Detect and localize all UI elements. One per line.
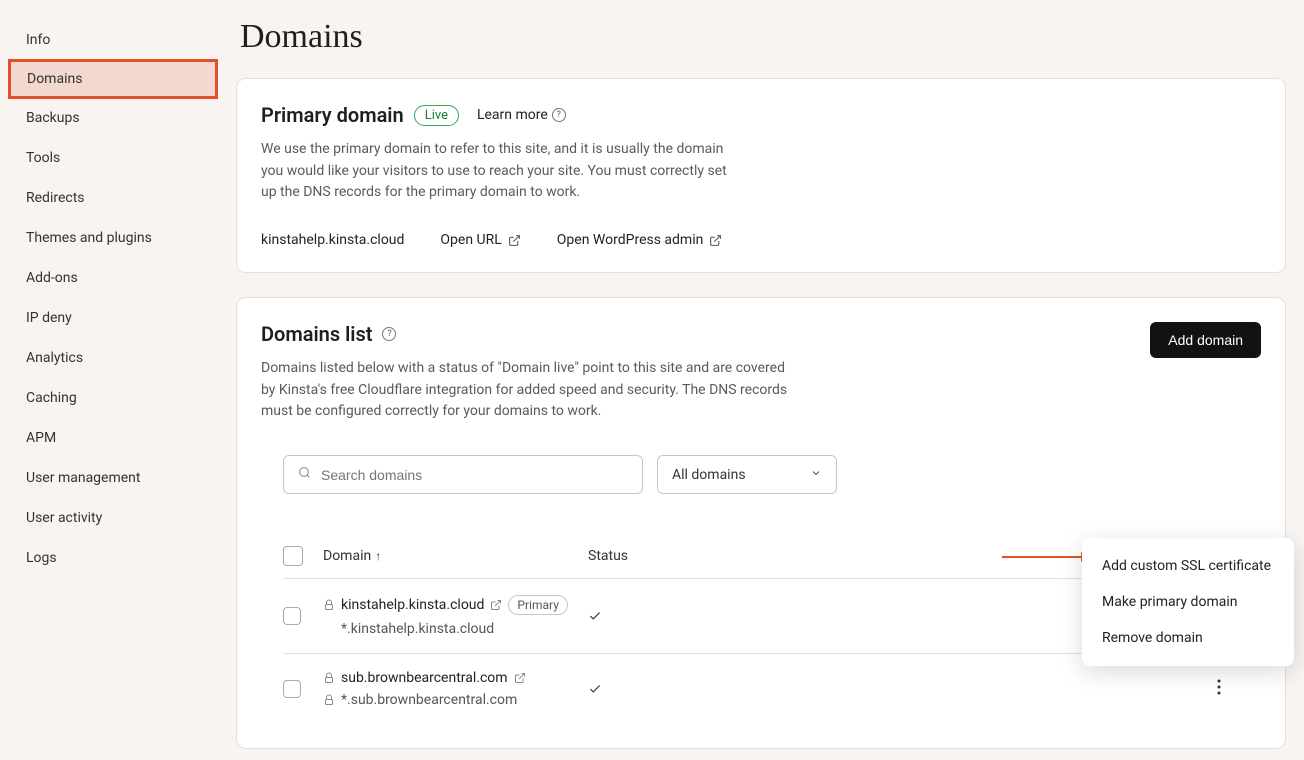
annotation-arrow — [1002, 556, 1082, 558]
sidebar-item-user-activity[interactable]: User activity — [0, 498, 226, 538]
sidebar-item-user-management[interactable]: User management — [0, 458, 226, 498]
primary-domain-name: kinstahelp.kinsta.cloud — [261, 232, 404, 248]
sidebar-item-themes-plugins[interactable]: Themes and plugins — [0, 218, 226, 258]
open-wp-label: Open WordPress admin — [557, 232, 704, 248]
column-header-domain[interactable]: Domain ↑ — [323, 548, 588, 564]
external-link-icon[interactable] — [514, 672, 526, 684]
menu-item-remove-domain[interactable]: Remove domain — [1082, 620, 1294, 656]
primary-domain-description: We use the primary domain to refer to th… — [261, 139, 731, 204]
domain-name: kinstahelp.kinsta.cloud — [341, 597, 484, 613]
row-checkbox[interactable] — [283, 680, 301, 698]
row-actions-button[interactable] — [1211, 673, 1227, 705]
search-icon — [298, 466, 311, 483]
row-checkbox[interactable] — [283, 607, 301, 625]
live-badge: Live — [414, 105, 459, 126]
lock-icon — [323, 672, 335, 684]
sidebar-item-ip-deny[interactable]: IP deny — [0, 298, 226, 338]
status-check-icon — [588, 682, 1199, 696]
help-icon: ? — [552, 108, 566, 122]
sidebar-item-apm[interactable]: APM — [0, 418, 226, 458]
domains-filter-dropdown[interactable]: All domains — [657, 455, 837, 494]
sidebar: Info Domains Backups Tools Redirects The… — [0, 0, 226, 760]
search-input-wrapper[interactable] — [283, 455, 643, 494]
external-link-icon — [709, 234, 722, 247]
sidebar-item-domains[interactable]: Domains — [8, 59, 218, 99]
domains-list-description: Domains listed below with a status of "D… — [261, 358, 801, 423]
wildcard-domain: *.sub.brownbearcentral.com — [341, 692, 517, 708]
column-domain-label: Domain — [323, 548, 371, 564]
primary-badge: Primary — [508, 595, 567, 615]
wildcard-domain: *.kinstahelp.kinsta.cloud — [341, 621, 494, 637]
sidebar-item-tools[interactable]: Tools — [0, 138, 226, 178]
menu-item-add-ssl[interactable]: Add custom SSL certificate — [1082, 548, 1294, 584]
sidebar-item-info[interactable]: Info — [0, 20, 226, 60]
lock-icon — [323, 599, 335, 611]
open-wp-admin-link[interactable]: Open WordPress admin — [557, 232, 723, 248]
sidebar-item-add-ons[interactable]: Add-ons — [0, 258, 226, 298]
sidebar-item-backups[interactable]: Backups — [0, 98, 226, 138]
primary-domain-title: Primary domain — [261, 103, 404, 127]
select-all-checkbox[interactable] — [283, 546, 303, 566]
sort-ascending-icon: ↑ — [375, 549, 381, 563]
dropdown-selected: All domains — [672, 467, 746, 483]
domains-list-title: Domains list — [261, 322, 372, 346]
open-url-link[interactable]: Open URL — [440, 232, 520, 248]
primary-domain-card: Primary domain Live Learn more ? We use … — [236, 78, 1286, 273]
chevron-down-icon — [810, 467, 822, 483]
add-domain-button[interactable]: Add domain — [1150, 322, 1261, 358]
external-link-icon[interactable] — [490, 599, 502, 611]
sidebar-item-redirects[interactable]: Redirects — [0, 178, 226, 218]
domains-list-card: Domains list ? Domains listed below with… — [236, 297, 1286, 749]
row-actions-menu: Add custom SSL certificate Make primary … — [1082, 538, 1294, 666]
sidebar-item-analytics[interactable]: Analytics — [0, 338, 226, 378]
learn-more-label: Learn more — [477, 107, 548, 123]
open-url-label: Open URL — [440, 232, 501, 248]
page-title: Domains — [240, 18, 1286, 56]
sidebar-item-logs[interactable]: Logs — [0, 538, 226, 578]
sidebar-item-caching[interactable]: Caching — [0, 378, 226, 418]
search-input[interactable] — [321, 467, 628, 483]
domain-name: sub.brownbearcentral.com — [341, 670, 508, 686]
learn-more-link[interactable]: Learn more ? — [477, 107, 566, 123]
menu-item-make-primary[interactable]: Make primary domain — [1082, 584, 1294, 620]
lock-icon — [323, 694, 335, 706]
external-link-icon — [508, 234, 521, 247]
help-icon[interactable]: ? — [382, 327, 396, 341]
main-content: Domains Primary domain Live Learn more ?… — [226, 0, 1304, 760]
